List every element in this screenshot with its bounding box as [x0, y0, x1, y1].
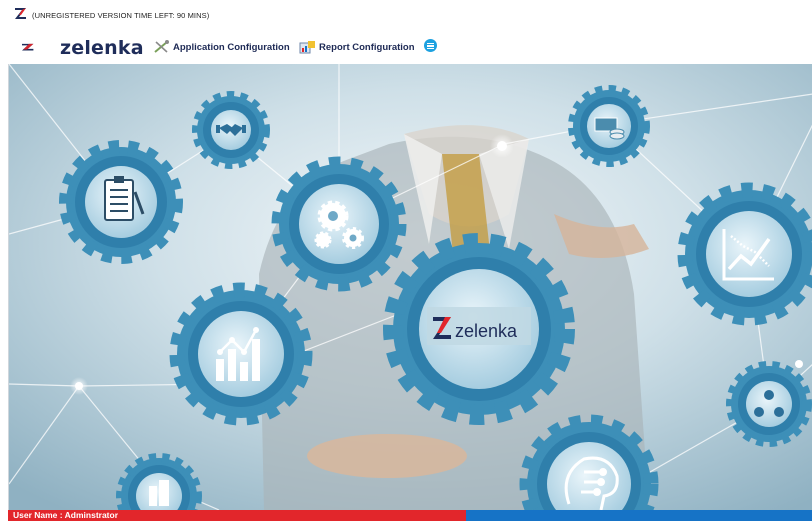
hamburger-menu-icon[interactable] — [424, 39, 437, 52]
hero-illustration: zelenka — [9, 64, 812, 510]
status-bar-user-segment: User Name : Adminstrator — [8, 510, 466, 521]
clipboard-gear — [59, 140, 183, 264]
center-logo-text: zelenka — [455, 321, 518, 341]
report-configuration-button[interactable]: Report Configuration — [299, 39, 415, 55]
zelenka-z-icon — [15, 8, 26, 19]
user-name-label: User Name : Adminstrator — [13, 510, 119, 520]
window-title: (UNREGISTERED VERSION TIME LEFT: 90 MINS… — [32, 11, 210, 20]
status-bar: User Name : Adminstrator — [8, 510, 812, 521]
handshake-gear — [192, 91, 270, 169]
bar-chart-gear — [169, 282, 313, 426]
report-configuration-label: Report Configuration — [319, 41, 415, 53]
status-bar-blue-segment — [466, 510, 812, 521]
trend-chart-gear — [677, 182, 812, 326]
hero-banner: zelenka — [8, 64, 812, 510]
application-configuration-label: Application Configuration — [173, 41, 290, 53]
title-bar: (UNREGISTERED VERSION TIME LEFT: 90 MINS… — [0, 0, 812, 28]
zelenka-logo-icon — [22, 43, 34, 51]
application-configuration-button[interactable]: Application Configuration — [153, 39, 290, 55]
money-gear — [568, 85, 650, 167]
cogs-gear — [271, 156, 407, 292]
report-icon — [299, 41, 315, 54]
tools-icon — [154, 40, 169, 53]
logo-text: zelenka — [60, 37, 144, 59]
team-gear — [726, 361, 812, 447]
